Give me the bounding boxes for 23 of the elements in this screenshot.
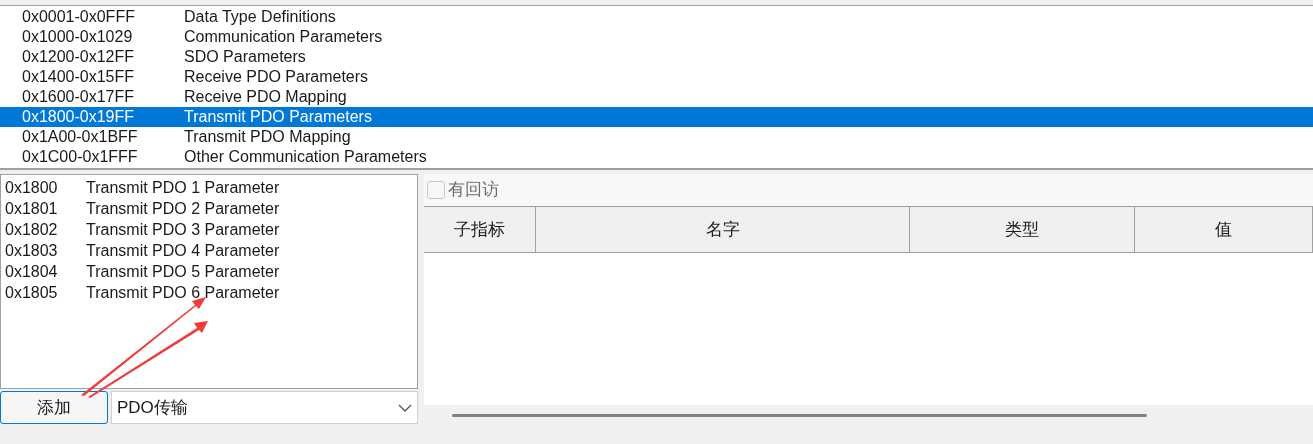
horizontal-scrollbar[interactable] <box>452 413 1147 417</box>
object-list-item[interactable]: 0x1804 Transmit PDO 5 Parameter <box>5 261 417 282</box>
range-list-item[interactable]: 0x1A00-0x1BFF Transmit PDO Mapping <box>0 127 1313 147</box>
range-list-item[interactable]: 0x1C00-0x1FFF Other Communication Parameters <box>0 147 1313 167</box>
object-list-item[interactable]: 0x1800 Transmit PDO 1 Parameter <box>5 177 417 198</box>
range-list-item[interactable]: 0x1000-0x1029 Communication Parameters <box>0 27 1313 47</box>
column-header[interactable]: 子指标 <box>424 207 536 252</box>
column-header[interactable]: 值 <box>1135 207 1313 252</box>
column-header[interactable]: 类型 <box>910 207 1135 252</box>
range-list-item[interactable]: 0x1200-0x12FF SDO Parameters <box>0 47 1313 67</box>
range-list-item[interactable]: 0x0001-0x0FFF Data Type Definitions <box>0 7 1313 27</box>
object-list-item[interactable]: 0x1801 Transmit PDO 2 Parameter <box>5 198 417 219</box>
object-list-item[interactable]: 0x1802 Transmit PDO 3 Parameter <box>5 219 417 240</box>
range-list-item[interactable]: 0x1400-0x15FF Receive PDO Parameters <box>0 67 1313 87</box>
column-header[interactable]: 名字 <box>536 207 910 252</box>
type-dropdown[interactable]: PDO传输 <box>111 391 418 424</box>
object-list-item[interactable]: 0x1805 Transmit PDO 6 Parameter <box>5 282 417 303</box>
range-list-item[interactable]: 0x1600-0x17FF Receive PDO Mapping <box>0 87 1313 107</box>
checkbox-label: 有回访 <box>448 179 499 202</box>
object-list-item[interactable]: 0x1803 Transmit PDO 4 Parameter <box>5 240 417 261</box>
chevron-down-icon <box>398 403 412 412</box>
add-button[interactable]: 添加 <box>0 391 108 424</box>
range-list-item[interactable]: 0x1800-0x19FF Transmit PDO Parameters <box>0 107 1313 127</box>
